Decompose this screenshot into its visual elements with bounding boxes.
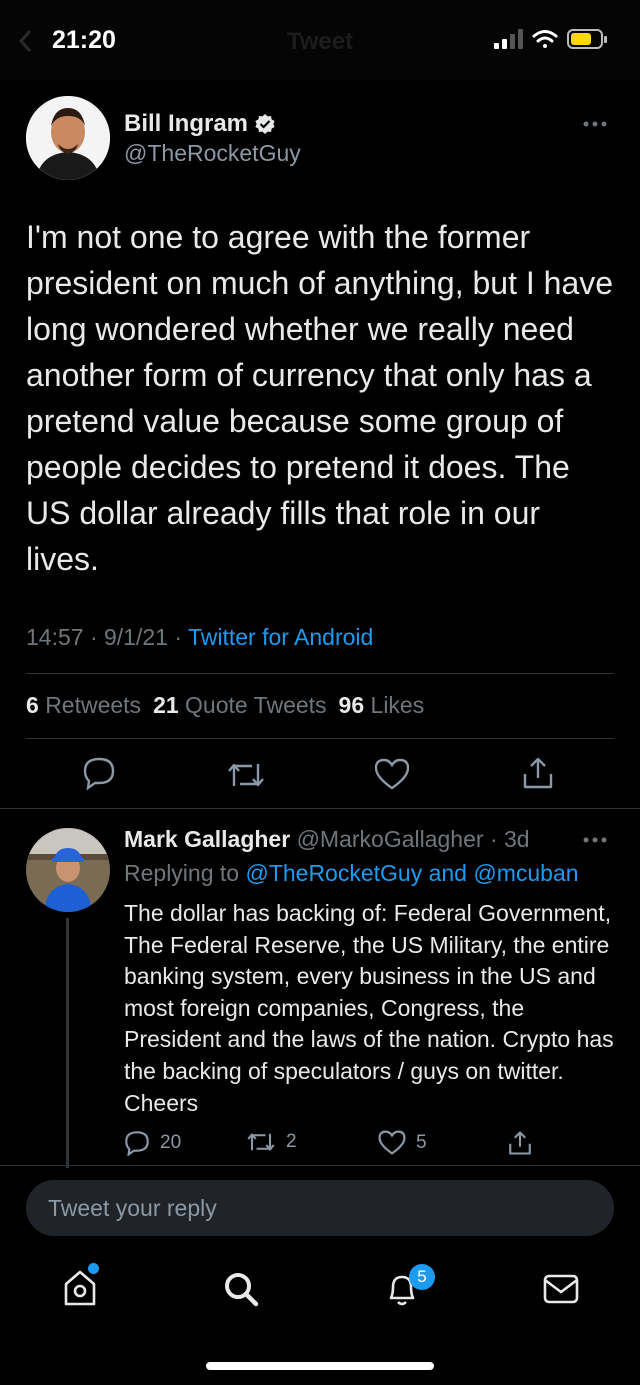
reply-icon — [125, 1131, 149, 1156]
reply-retweet-action[interactable]: 2 — [246, 1130, 297, 1154]
tweet-stats: 6 Retweets 21 Quote Tweets 96 Likes — [26, 692, 424, 719]
quotes-stat[interactable]: 21 Quote Tweets — [153, 692, 326, 719]
divider — [26, 738, 614, 739]
back-arrow-icon[interactable] — [16, 28, 38, 54]
divider — [26, 673, 614, 674]
thread-line — [66, 918, 69, 1168]
messages-icon[interactable] — [542, 1273, 580, 1305]
reply-author-name: Mark Gallagher — [124, 826, 291, 852]
divider — [0, 808, 640, 809]
likes-stat[interactable]: 96 Likes — [339, 692, 425, 719]
author-name[interactable]: Bill Ingram — [124, 110, 276, 138]
reply-composer[interactable]: Tweet your reply — [26, 1180, 614, 1236]
reply-share-action[interactable] — [508, 1130, 532, 1156]
author-name-text: Bill Ingram — [124, 110, 249, 137]
share-icon[interactable] — [522, 756, 554, 790]
retweets-stat[interactable]: 6 Retweets — [26, 692, 141, 719]
tweet-source[interactable]: Twitter for Android — [188, 624, 373, 650]
home-indicator — [206, 1362, 434, 1370]
retweet-icon[interactable] — [226, 760, 266, 790]
reply-header[interactable]: Mark Gallagher @MarkoGallagher · 3d — [124, 826, 530, 853]
replying-to: Replying to @TheRocketGuy and @mcuban — [124, 860, 579, 886]
home-new-indicator — [88, 1263, 99, 1274]
reply-retweets-count: 2 — [286, 1131, 297, 1152]
status-bar: Tweet 21:20 — [0, 0, 640, 80]
author-avatar[interactable] — [26, 96, 110, 180]
tweet-meta: 14:57 · 9/1/21 · Twitter for Android — [26, 624, 373, 651]
status-time: 21:20 — [52, 26, 116, 54]
reply-avatar[interactable] — [26, 828, 110, 912]
notifications-badge: 5 — [409, 1264, 435, 1290]
status-icons — [494, 29, 607, 49]
author-handle[interactable]: @TheRocketGuy — [124, 140, 301, 167]
reply-icon[interactable] — [82, 756, 116, 790]
home-icon[interactable] — [62, 1268, 98, 1308]
share-icon — [509, 1131, 531, 1155]
like-icon — [378, 1130, 406, 1155]
like-icon[interactable] — [374, 758, 410, 790]
more-icon[interactable] — [582, 836, 608, 844]
replying-to-users[interactable]: @TheRocketGuy and @mcuban — [245, 860, 578, 886]
reply-handle-time: @MarkoGallagher · 3d — [296, 826, 530, 852]
verified-icon — [255, 114, 275, 134]
reply-composer-placeholder: Tweet your reply — [48, 1195, 217, 1221]
reply-replies-count: 20 — [160, 1132, 182, 1153]
tweet-time: 14:57 · 9/1/21 · — [26, 624, 188, 650]
signal-icon — [494, 29, 523, 49]
retweet-icon — [247, 1133, 275, 1151]
reply-likes-count: 5 — [416, 1131, 427, 1153]
battery-icon — [567, 29, 607, 49]
divider — [0, 1165, 640, 1166]
reply-text: The dollar has backing of: Federal Gover… — [124, 900, 614, 1116]
reply-reply-action[interactable]: 20 — [124, 1130, 181, 1156]
reply-like-action[interactable]: 5 — [378, 1130, 427, 1155]
tweet-text: I'm not one to agree with the former pre… — [26, 219, 614, 577]
wifi-icon — [532, 30, 558, 48]
more-icon[interactable] — [582, 120, 608, 128]
search-icon[interactable] — [222, 1270, 260, 1308]
